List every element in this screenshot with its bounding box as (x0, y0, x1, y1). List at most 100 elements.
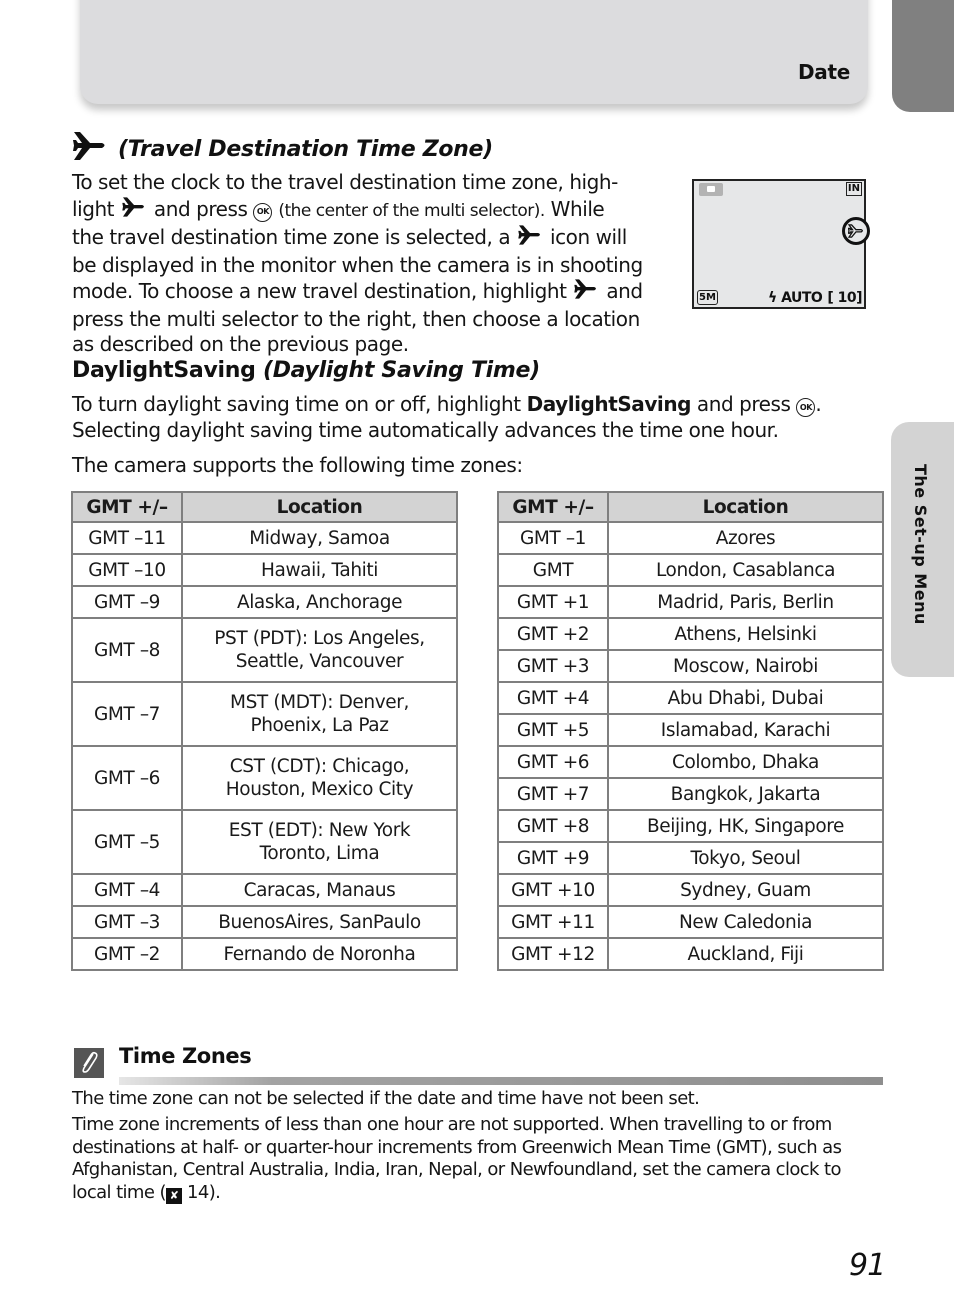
location-line: Colombo, Dhaka (672, 751, 819, 773)
column-header-location: Location (181, 491, 458, 523)
location-cell: BuenosAires, SanPaulo (181, 905, 458, 939)
gmt-offset-cell: GMT –10 (71, 553, 183, 587)
gmt-offset-cell: GMT +8 (497, 809, 609, 843)
chapter-header-box: Date (80, 0, 868, 104)
table-row: GMT +1 Madrid, Paris, Berlin (497, 585, 884, 619)
location-line: Phoenix, La Paz (250, 715, 389, 736)
table-row: GMT +2 Athens, Helsinki (497, 617, 884, 651)
text: While (550, 196, 605, 221)
location-cell: Caracas, Manaus (181, 873, 458, 907)
gmt-offset-cell: GMT –3 (71, 905, 183, 939)
location-line: Islamabad, Karachi (660, 719, 831, 741)
airplane-icon (72, 130, 108, 168)
table-row: GMT +5 Islamabad, Karachi (497, 713, 884, 747)
location-line: Bangkok, Jakarta (670, 783, 821, 805)
location-cell: EST (EDT): New York Toronto, Lima (181, 809, 458, 875)
table-row: GMT +11 New Caledonia (497, 905, 884, 939)
flash-mode-indicator: ϟ AUTO (768, 290, 823, 306)
page-number: 91 (849, 1248, 886, 1283)
location-line: Hawaii, Tahiti (261, 559, 378, 581)
daylight-section-body: To turn daylight saving time on or off, … (72, 392, 887, 479)
table-row: GMT –10 Hawaii, Tahiti (71, 553, 458, 587)
daylight-heading-bold: DaylightSaving (72, 358, 256, 383)
gmt-offset-cell: GMT +4 (497, 681, 609, 715)
note-line-1: The time zone can not be selected if the… (72, 1088, 700, 1109)
location-cell: Tokyo, Seoul (607, 841, 884, 875)
location-line: Tokyo, Seoul (690, 847, 801, 869)
gmt-offset-cell: GMT –9 (71, 585, 183, 619)
location-cell: Abu Dhabi, Dubai (607, 681, 884, 715)
location-line: CST (CDT): Chicago, (229, 756, 410, 777)
column-header-gmt: GMT +/– (71, 491, 183, 523)
travel-section-heading: (Travel Destination Time Zone) (118, 136, 493, 162)
table-row: GMT London, Casablanca (497, 553, 884, 587)
location-cell: Alaska, Anchorage (181, 585, 458, 619)
location-cell: PST (PDT): Los Angeles, Seattle, Vancouve… (181, 617, 458, 683)
location-line: Sydney, Guam (680, 879, 811, 901)
location-cell: Azores (607, 521, 884, 555)
gmt-offset-cell: GMT (497, 553, 609, 587)
daylight-heading-italic: (Daylight Saving Time) (262, 358, 540, 383)
table-row: GMT +12 Auckland, Fiji (497, 937, 884, 971)
location-line: New Caledonia (678, 911, 813, 933)
text: mode. To choose a new travel destination… (72, 278, 567, 303)
location-cell: Madrid, Paris, Berlin (607, 585, 884, 619)
table-row: GMT –9 Alaska, Anchorage (71, 585, 458, 619)
gmt-offset-cell: GMT –7 (71, 681, 183, 747)
location-cell: Moscow, Nairobi (607, 649, 884, 683)
column-header-location: Location (607, 491, 884, 523)
gmt-offset-cell: GMT –5 (71, 809, 183, 875)
note-title: Time Zones (119, 1044, 252, 1068)
table-row: GMT –5 EST (EDT): New York Toronto, Lima (71, 809, 458, 875)
location-cell: Bangkok, Jakarta (607, 777, 884, 811)
gmt-offset-cell: GMT +1 (497, 585, 609, 619)
body-line: as described on the previous page. (72, 332, 409, 356)
airplane-icon (120, 196, 148, 225)
ok-button-icon: OK (796, 398, 816, 418)
table-row: GMT –6 CST (CDT): Chicago, Houston, Mexico… (71, 745, 458, 811)
camera-mode-icon (699, 183, 723, 196)
gmt-offset-cell: GMT –11 (71, 521, 183, 555)
body-line: Selecting daylight saving time automatic… (72, 417, 779, 442)
text-bold: DaylightSaving (526, 392, 692, 416)
location-line: Madrid, Paris, Berlin (657, 591, 834, 613)
internal-memory-icon: IN (845, 182, 862, 196)
location-cell: MST (MDT): Denver, Phoenix, La Paz (181, 681, 458, 747)
header-section-label: Date (797, 60, 850, 84)
table-row: GMT +4 Abu Dhabi, Dubai (497, 681, 884, 715)
location-cell: Hawaii, Tahiti (181, 553, 458, 587)
location-line: Auckland, Fiji (687, 943, 804, 965)
table-row: GMT –2 Fernando de Noronha (71, 937, 458, 971)
travel-section-title: (Travel Destination Time Zone) (72, 130, 493, 168)
location-cell: Midway, Samoa (181, 521, 458, 555)
text: light (72, 196, 115, 221)
time-zone-table-right: GMT +/– Location GMT –1 Azores GMT London, … (497, 491, 884, 971)
chapter-tab-top (892, 0, 954, 112)
time-zone-table-left: GMT +/– Location GMT –11 Midway, Samoa GMT… (71, 491, 458, 971)
location-cell: Auckland, Fiji (607, 937, 884, 971)
column-header-gmt: GMT +/– (497, 491, 609, 523)
gmt-offset-cell: GMT +2 (497, 617, 609, 651)
location-cell: Fernando de Noronha (181, 937, 458, 971)
location-line: Caracas, Manaus (243, 879, 396, 901)
location-cell: New Caledonia (607, 905, 884, 939)
gmt-offset-cell: GMT –2 (71, 937, 183, 971)
gmt-offset-cell: GMT +6 (497, 745, 609, 779)
gmt-offset-cell: GMT +11 (497, 905, 609, 939)
table-row: GMT –3 BuenosAires, SanPaulo (71, 905, 458, 939)
location-line: Midway, Samoa (249, 527, 390, 549)
airplane-icon (516, 224, 544, 253)
table-row: GMT +10 Sydney, Guam (497, 873, 884, 907)
body-line: light and press OK (the center of the mu… (72, 196, 672, 225)
body-line: To turn daylight saving time on or off, … (72, 392, 887, 418)
paperclip-note-icon (74, 1048, 104, 1078)
text: and (606, 278, 643, 303)
chapter-side-tab: The Set-up Menu (891, 422, 954, 677)
location-line: Houston, Mexico City (225, 779, 414, 800)
table-row: GMT +6 Colombo, Dhaka (497, 745, 884, 779)
body-line: be displayed in the monitor when the cam… (72, 252, 643, 277)
body-line: the travel destination time zone is sele… (72, 224, 672, 253)
body-line: To set the clock to the travel destinati… (72, 170, 618, 194)
location-cell: Islamabad, Karachi (607, 713, 884, 747)
table-row: GMT –11 Midway, Samoa (71, 521, 458, 555)
